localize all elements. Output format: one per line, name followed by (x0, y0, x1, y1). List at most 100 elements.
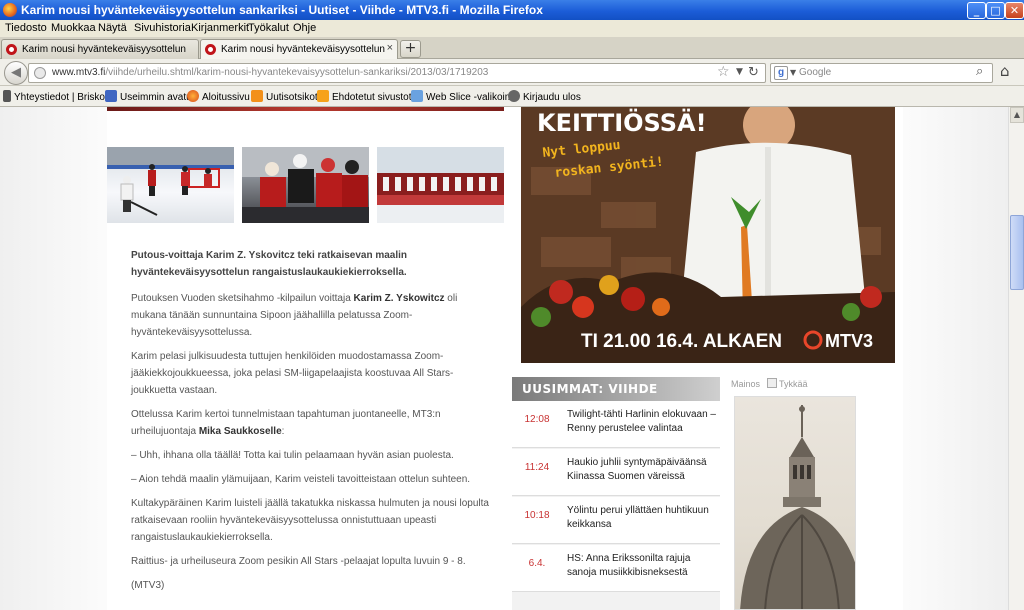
firefox-icon (3, 3, 17, 17)
news-item[interactable]: 6.4. HS: Anna Erikssonilta rajuja sanoja… (512, 545, 720, 592)
article-paragraph: Ottelussa Karim kertoi tunnelmistaan tap… (131, 409, 441, 437)
team-bench-image (242, 147, 369, 223)
menu-kirjanmerkit[interactable]: Kirjanmerkit (191, 22, 249, 34)
pin-icon (3, 90, 11, 102)
article-quote: – Uhh, ihhana olla täällä! Totta kai tul… (131, 450, 454, 461)
bookmark-star-icon[interactable]: ☆ (717, 64, 730, 80)
bookmark-uutisotsikot[interactable]: Uutisotsikot (251, 90, 318, 103)
gallery-image-bottom-edge (107, 107, 504, 111)
window-title: Karim nousi hyväntekeväisyysottelun sank… (21, 3, 543, 17)
folder-icon (105, 90, 117, 102)
gallery-thumbnail-hockey-action[interactable] (107, 147, 234, 223)
news-title-link[interactable]: Yölintu perui yllättäen huhtikuun keikka… (567, 504, 717, 532)
search-box[interactable]: g ▼ Google ⌕ (770, 63, 993, 83)
rss-icon (251, 90, 263, 102)
menu-tyokalut[interactable]: Työkalut (248, 22, 289, 34)
chef-ad-image: KEITTIÖSSÄ! Nyt loppuu roskan syönti! TI… (521, 107, 895, 363)
url-path: /viihde/urheilu.shtml/karim-nousi-hyvant… (105, 67, 489, 78)
webslice-icon (411, 90, 423, 102)
scroll-up-arrow-icon[interactable]: ▲ (1010, 107, 1024, 123)
news-time: 6.4. (528, 558, 546, 569)
menu-nayta[interactable]: Näytä (98, 22, 127, 34)
tab-close-icon[interactable]: × (387, 42, 393, 54)
vertical-scrollbar[interactable]: ▲ (1008, 107, 1024, 610)
news-title-link[interactable]: Haukio juhlii syntymäpäiväänsä Kiinassa … (567, 456, 717, 484)
page-viewport[interactable]: Putous-voittaja Karim Z. Yskovitcz teki … (0, 107, 1008, 610)
menu-sivuhistoria[interactable]: Sivuhistoria (134, 22, 191, 34)
back-button[interactable]: ◀ (4, 61, 28, 85)
search-placeholder: Google (799, 67, 832, 78)
news-title-link[interactable]: HS: Anna Erikssonilta rajuja sanoja musi… (567, 552, 717, 580)
browser-tab-active[interactable]: Karim nousi hyväntekeväisyysottelun sank… (200, 39, 398, 59)
like-icon[interactable] (767, 378, 778, 388)
news-item[interactable]: 12:08 Twilight-tähti Harlinin elokuvaan … (512, 401, 720, 448)
gallery-thumbnail-team-photo[interactable] (377, 147, 504, 223)
article-paragraph: Kultakypäräinen Karim luisteli jäällä ta… (131, 498, 489, 543)
close-window-button[interactable]: ✕ (1005, 2, 1024, 19)
site-identity-icon[interactable] (34, 67, 46, 79)
article-paragraph: Raittius- ja urheiluseura Zoom pesikin A… (131, 556, 466, 567)
article-body: Putous-voittaja Karim Z. Yskovitcz teki … (131, 247, 493, 601)
news-item[interactable]: 10:18 Yölintu perui yllättäen huhtikuun … (512, 497, 720, 544)
tab-label: Karim nousi hyväntekeväisyysottelun sank… (22, 44, 187, 55)
url-host: www.mtv3.fi (52, 67, 106, 78)
like-link[interactable]: Tykkää (779, 379, 808, 389)
news-item[interactable]: 11:24 Haukio juhlii syntymäpäiväänsä Kii… (512, 449, 720, 496)
search-engine-dropdown-icon[interactable]: ▼ (790, 68, 796, 77)
bookmark-web-slice[interactable]: Web Slice -valikoima (411, 90, 519, 103)
maximize-button[interactable]: □ (986, 2, 1005, 19)
home-icon[interactable]: ⌂ (1000, 62, 1010, 80)
menu-muokkaa[interactable]: Muokkaa (51, 22, 96, 34)
menu-tiedosto[interactable]: Tiedosto (5, 22, 47, 34)
menu-bar: Tiedosto Muokkaa Näytä Sivuhistoria Kirj… (0, 20, 1024, 37)
reload-icon[interactable]: ↻ (748, 65, 759, 80)
new-tab-button[interactable]: + (400, 40, 421, 58)
gear-icon (508, 90, 520, 102)
bulb-icon (317, 90, 329, 102)
mainos-label: Mainos (731, 379, 761, 389)
bookmarks-bar: Yhteystiedot | Brisko Useimmin avatut Al… (0, 86, 1024, 107)
article-source: (MTV3) (131, 580, 165, 591)
uusimmat-viihde-box: UUSIMMAT: VIIHDE 12:08 Twilight-tähti Ha… (512, 377, 720, 610)
url-text[interactable]: www.mtv3.fi/viihde/urheilu.shtml/karim-n… (52, 67, 488, 78)
tab-strip: Karim nousi hyväntekeväisyysottelun sank… (0, 37, 1024, 59)
page-container: Putous-voittaja Karim Z. Yskovitcz teki … (107, 107, 903, 610)
bookmark-aloitussivu[interactable]: Aloitussivu (187, 90, 250, 103)
ad-banner-keittiossa[interactable]: KEITTIÖSSÄ! Nyt loppuu roskan syönti! TI… (521, 107, 895, 363)
article-lead: Putous-voittaja Karim Z. Yskovitcz teki … (131, 250, 408, 278)
search-icon[interactable]: ⌕ (976, 64, 983, 79)
ad-brand: MTV3 (825, 331, 873, 351)
hockey-action-image (107, 147, 234, 216)
news-time: 12:08 (524, 414, 550, 425)
uusimmat-header: UUSIMMAT: VIIHDE (512, 377, 720, 401)
url-bar[interactable]: www.mtv3.fi/viihde/urheilu.shtml/karim-n… (28, 63, 766, 83)
mtv3-favicon-icon (205, 44, 216, 55)
mtv3-favicon-icon (6, 44, 17, 55)
news-time: 11:24 (524, 462, 550, 473)
mainos-row: Mainos Tykkää (731, 378, 808, 389)
tab-label: Karim nousi hyväntekeväisyysottelun sank… (221, 44, 385, 55)
browser-tab[interactable]: Karim nousi hyväntekeväisyysottelun sank… (1, 39, 199, 59)
bookmark-useimmin-avatut[interactable]: Useimmin avatut (105, 90, 194, 103)
gallery-thumbnail-team-bench[interactable] (242, 147, 369, 223)
window-titlebar: Karim nousi hyväntekeväisyysottelun sank… (0, 0, 1024, 20)
team-photo-image (377, 147, 504, 223)
article-paragraph: Putouksen Vuoden sketsihahmo -kilpailun … (131, 293, 458, 338)
navigation-bar: ◀ www.mtv3.fi/viihde/urheilu.shtml/karim… (0, 59, 1024, 86)
bookmark-yhteystiedot[interactable]: Yhteystiedot | Brisko (3, 90, 105, 103)
bookmark-ehdotetut-sivustot[interactable]: Ehdotetut sivustot (317, 90, 412, 103)
ad-schedule: TI 21.00 16.4. ALKAEN (581, 331, 782, 352)
google-search-engine-icon[interactable]: g (774, 66, 788, 80)
menu-ohje[interactable]: Ohje (293, 22, 316, 34)
news-title-link[interactable]: Twilight-tähti Harlinin elokuvaan – Renn… (567, 408, 717, 436)
news-time: 10:18 (524, 510, 550, 521)
scrollbar-thumb[interactable] (1010, 215, 1024, 290)
ad-headline: KEITTIÖSSÄ! (537, 107, 707, 137)
history-dropdown-icon[interactable]: ▼ (736, 67, 743, 77)
article-paragraph: Karim pelasi julkisuudesta tuttujen henk… (131, 351, 454, 396)
bookmark-kirjaudu-ulos[interactable]: Kirjaudu ulos (508, 90, 581, 103)
side-ad-image[interactable] (734, 396, 856, 610)
minimize-button[interactable]: _ (967, 2, 986, 19)
cathedral-dome-image (740, 405, 855, 609)
firefox-icon (187, 90, 199, 102)
